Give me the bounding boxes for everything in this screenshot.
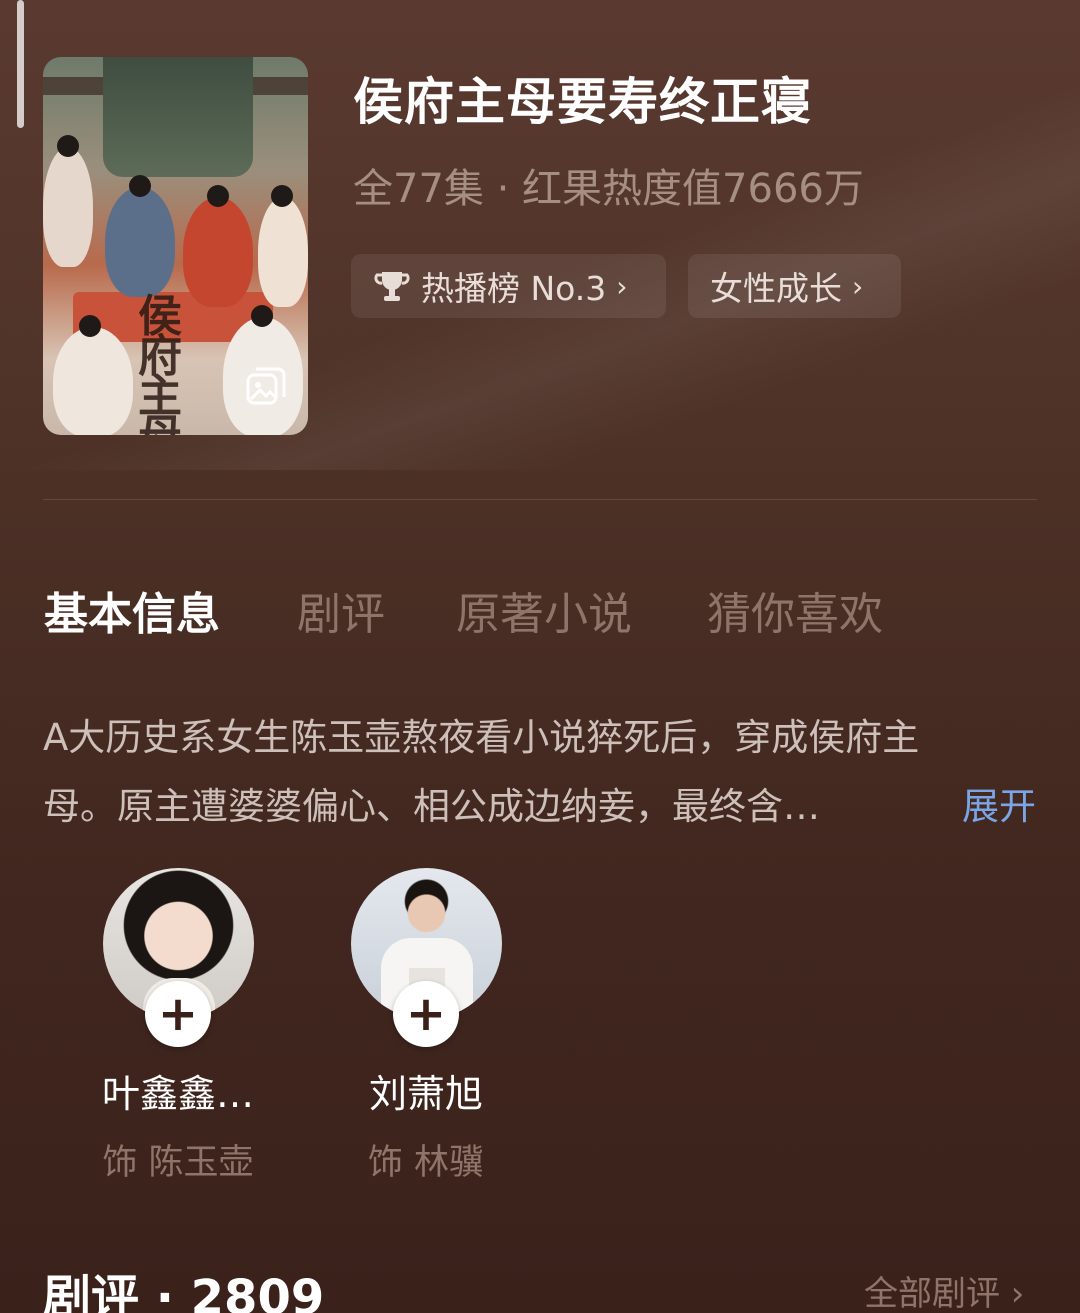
synopsis-line: 母。原主遭婆婆偏心、相公成边纳妾，最终含… xyxy=(43,785,820,828)
trophy-icon xyxy=(374,272,410,301)
cast-member[interactable]: + 刘萧旭 饰 林骥 xyxy=(316,868,536,1185)
expand-synopsis-link[interactable]: 展开 xyxy=(962,776,1036,830)
scroll-indicator[interactable] xyxy=(17,0,24,128)
follow-button[interactable]: + xyxy=(393,981,459,1047)
genre-tag-label: 女性成长 xyxy=(710,269,842,308)
cast-name: 叶鑫鑫… xyxy=(101,1072,254,1116)
follow-button[interactable]: + xyxy=(145,981,211,1047)
poster-doorway xyxy=(103,57,253,177)
poster-figure-head xyxy=(79,315,101,337)
all-reviews-link[interactable]: 全部剧评 › xyxy=(864,1266,1024,1313)
tab-original-novel[interactable]: 原著小说 xyxy=(456,578,632,642)
section-divider xyxy=(43,499,1037,500)
drama-title: 侯府主母要寿终正寝 xyxy=(353,73,812,131)
poster-figure-head xyxy=(207,185,229,207)
ranking-tag[interactable]: 热播榜 No.3 › xyxy=(351,254,666,318)
poster-calligraphy: 侯府主母 xyxy=(138,291,182,436)
drama-meta: 全77集 · 红果热度值7666万 xyxy=(353,166,864,212)
chevron-right-icon: › xyxy=(852,269,864,303)
cast-name: 刘萧旭 xyxy=(368,1072,483,1116)
tab-reviews[interactable]: 剧评 xyxy=(297,578,385,642)
reviews-section-title: 剧评 · 2809 xyxy=(43,1270,325,1313)
synopsis: A大历史系女生陈玉壶熬夜看小说猝死后，穿成侯府主 母。原主遭婆婆偏心、相公成边纳… xyxy=(43,703,1043,841)
poster-figure xyxy=(105,187,175,297)
synopsis-line: A大历史系女生陈玉壶熬夜看小说猝死后，穿成侯府主 xyxy=(43,716,920,759)
poster-figure xyxy=(258,197,308,307)
gallery-icon[interactable] xyxy=(244,365,288,409)
ranking-tag-label: 热播榜 No.3 xyxy=(421,269,607,308)
chevron-right-icon: › xyxy=(616,269,628,303)
cast-role: 饰 陈玉壶 xyxy=(102,1143,254,1183)
cast-role: 饰 林骥 xyxy=(367,1143,485,1183)
poster-figure xyxy=(183,197,253,307)
genre-tag[interactable]: 女性成长 › xyxy=(688,254,901,318)
tab-recommendations[interactable]: 猜你喜欢 xyxy=(707,578,883,642)
cast-member[interactable]: + 叶鑫鑫… 饰 陈玉壶 xyxy=(68,868,288,1185)
poster-figure-head xyxy=(271,185,293,207)
poster-figure-head xyxy=(129,175,151,197)
drama-poster[interactable]: 侯府主母 xyxy=(43,57,308,435)
poster-figure-head xyxy=(57,135,79,157)
poster-figure-head xyxy=(251,305,273,327)
tab-basic-info[interactable]: 基本信息 xyxy=(44,578,220,642)
poster-figure xyxy=(43,147,93,267)
poster-figure xyxy=(53,327,133,435)
